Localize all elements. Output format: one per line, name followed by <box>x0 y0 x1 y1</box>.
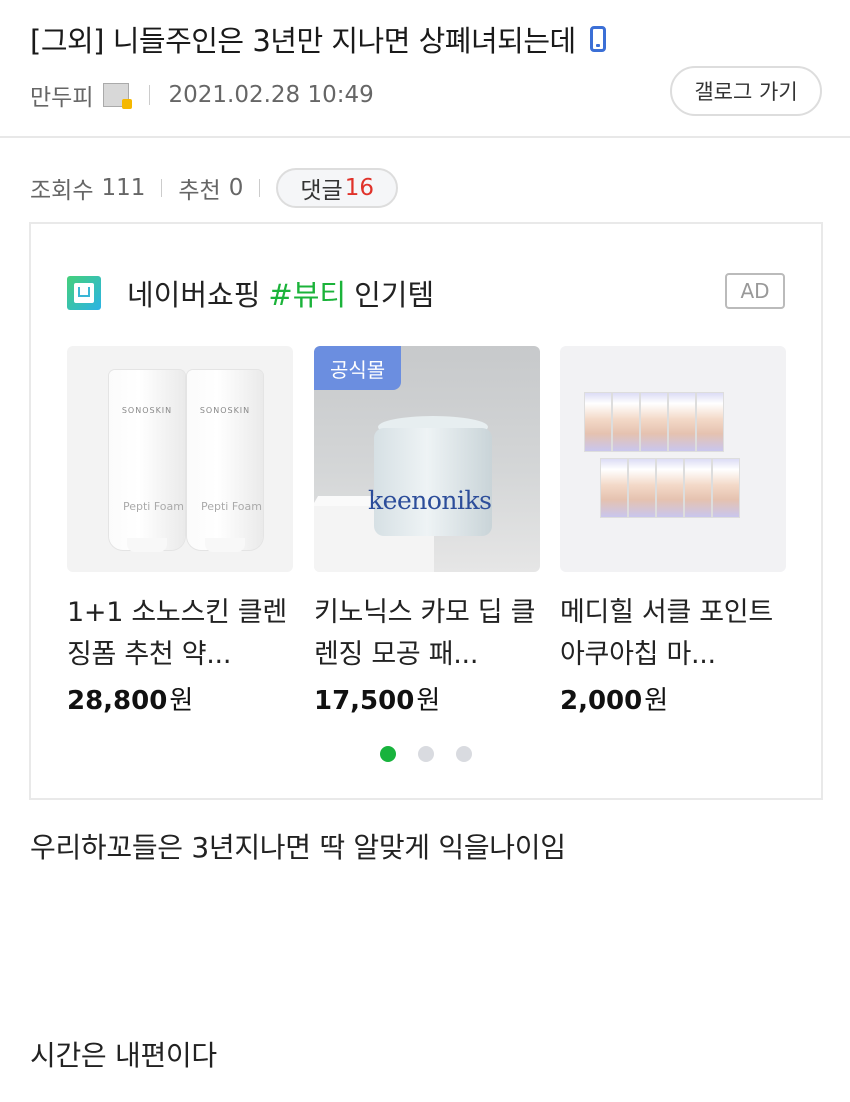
stats-divider <box>161 179 163 197</box>
mask-pack-image <box>640 392 668 452</box>
tube-product-text: Pepti Foam <box>123 500 184 513</box>
product-image[interactable]: keenoniks 공식몰 <box>314 346 540 572</box>
mobile-phone-icon <box>589 26 606 52</box>
price-value: 28,800 <box>67 686 168 716</box>
mask-pack-image <box>668 392 696 452</box>
shopping-ad: 네이버쇼핑 #뷰티 인기템 AD SONOSKIN Pepti Foam SON… <box>29 222 823 800</box>
post-body-line: 시간은 내편이다 <box>30 1039 217 1072</box>
tube-cap <box>205 538 245 552</box>
meta-divider <box>149 85 151 105</box>
gallog-button[interactable]: 갤로그 가기 <box>670 66 822 116</box>
product-tube-image: SONOSKIN Pepti Foam <box>187 370 263 552</box>
product-price: 28,800원 <box>67 680 293 717</box>
stats-divider <box>259 179 261 197</box>
product-name[interactable]: 메디힐 서클 포인트 아쿠아칩 마... <box>560 592 786 676</box>
product-name[interactable]: 키노닉스 카모 딥 클렌징 모공 패... <box>314 592 540 676</box>
mask-pack-image <box>584 392 612 452</box>
header-divider <box>0 136 850 138</box>
product-name[interactable]: 1+1 소노스킨 클렌징폼 추천 약... <box>67 592 293 676</box>
ad-suffix: 인기템 <box>354 278 435 312</box>
mask-pack-image <box>696 392 724 452</box>
post-title-text: [그외] 니들주인은 3년만 지나면 상폐녀되는데 <box>30 24 576 58</box>
product-image[interactable]: SONOSKIN Pepti Foam SONOSKIN Pepti Foam <box>67 346 293 572</box>
price-value: 2,000 <box>560 686 643 716</box>
price-currency: 원 <box>416 686 441 716</box>
member-level-icon <box>103 83 133 109</box>
mask-pack-image <box>684 458 712 518</box>
mask-pack-image <box>600 458 628 518</box>
recommend-label: 추천 <box>178 178 221 204</box>
naver-shopping-icon <box>67 276 101 310</box>
views-count: 111 <box>101 175 146 201</box>
mask-pack-image <box>712 458 740 518</box>
post-stats: 조회수 111 추천 0 댓글 16 <box>30 168 398 208</box>
product-card[interactable]: SONOSKIN Pepti Foam SONOSKIN Pepti Foam … <box>67 346 293 717</box>
price-currency: 원 <box>169 686 194 716</box>
comments-button[interactable]: 댓글 16 <box>276 168 398 208</box>
pager-dot[interactable] <box>380 746 396 762</box>
product-price: 2,000원 <box>560 680 786 717</box>
price-value: 17,500 <box>314 686 415 716</box>
product-price: 17,500원 <box>314 680 540 717</box>
ad-badge[interactable]: AD <box>725 273 785 309</box>
recommend-count: 0 <box>228 175 244 201</box>
price-currency: 원 <box>644 686 669 716</box>
tube-brand-text: SONOSKIN <box>199 406 251 415</box>
ad-header: 네이버쇼핑 #뷰티 인기템 <box>67 272 434 314</box>
views-label: 조회수 <box>30 178 94 204</box>
mask-pack-image <box>612 392 640 452</box>
tube-cap <box>127 538 167 552</box>
post-title: [그외] 니들주인은 3년만 지나면 상폐녀되는데 <box>30 18 606 60</box>
product-image[interactable] <box>560 346 786 572</box>
tube-product-text: Pepti Foam <box>201 500 262 513</box>
carousel-pager <box>31 746 821 762</box>
post-datetime: 2021.02.28 10:49 <box>168 82 374 108</box>
jar-brand-text: keenoniks <box>368 486 492 515</box>
ad-hashtag[interactable]: #뷰티 <box>268 272 346 314</box>
product-card[interactable]: 메디힐 서클 포인트 아쿠아칩 마... 2,000원 <box>560 346 786 717</box>
mask-pack-grid <box>600 458 740 520</box>
product-card[interactable]: keenoniks 공식몰 키노닉스 카모 딥 클렌징 모공 패... 17,5… <box>314 346 540 717</box>
post-body-line: 우리하꼬들은 3년지나면 딱 알맞게 익을나이임 <box>30 831 566 864</box>
comments-count: 16 <box>344 175 374 201</box>
official-store-badge: 공식몰 <box>314 346 402 390</box>
post-meta: 만두피 2021.02.28 10:49 <box>30 78 374 112</box>
author-name[interactable]: 만두피 <box>30 78 93 112</box>
ad-brand: 네이버쇼핑 <box>127 278 261 312</box>
pager-dot[interactable] <box>418 746 434 762</box>
mask-pack-image <box>656 458 684 518</box>
comments-label: 댓글 <box>300 178 343 204</box>
mask-pack-grid <box>584 392 724 454</box>
product-tube-image: SONOSKIN Pepti Foam <box>109 370 185 552</box>
tube-brand-text: SONOSKIN <box>121 406 173 415</box>
pager-dot[interactable] <box>456 746 472 762</box>
mask-pack-image <box>628 458 656 518</box>
product-jar-image <box>374 428 492 536</box>
